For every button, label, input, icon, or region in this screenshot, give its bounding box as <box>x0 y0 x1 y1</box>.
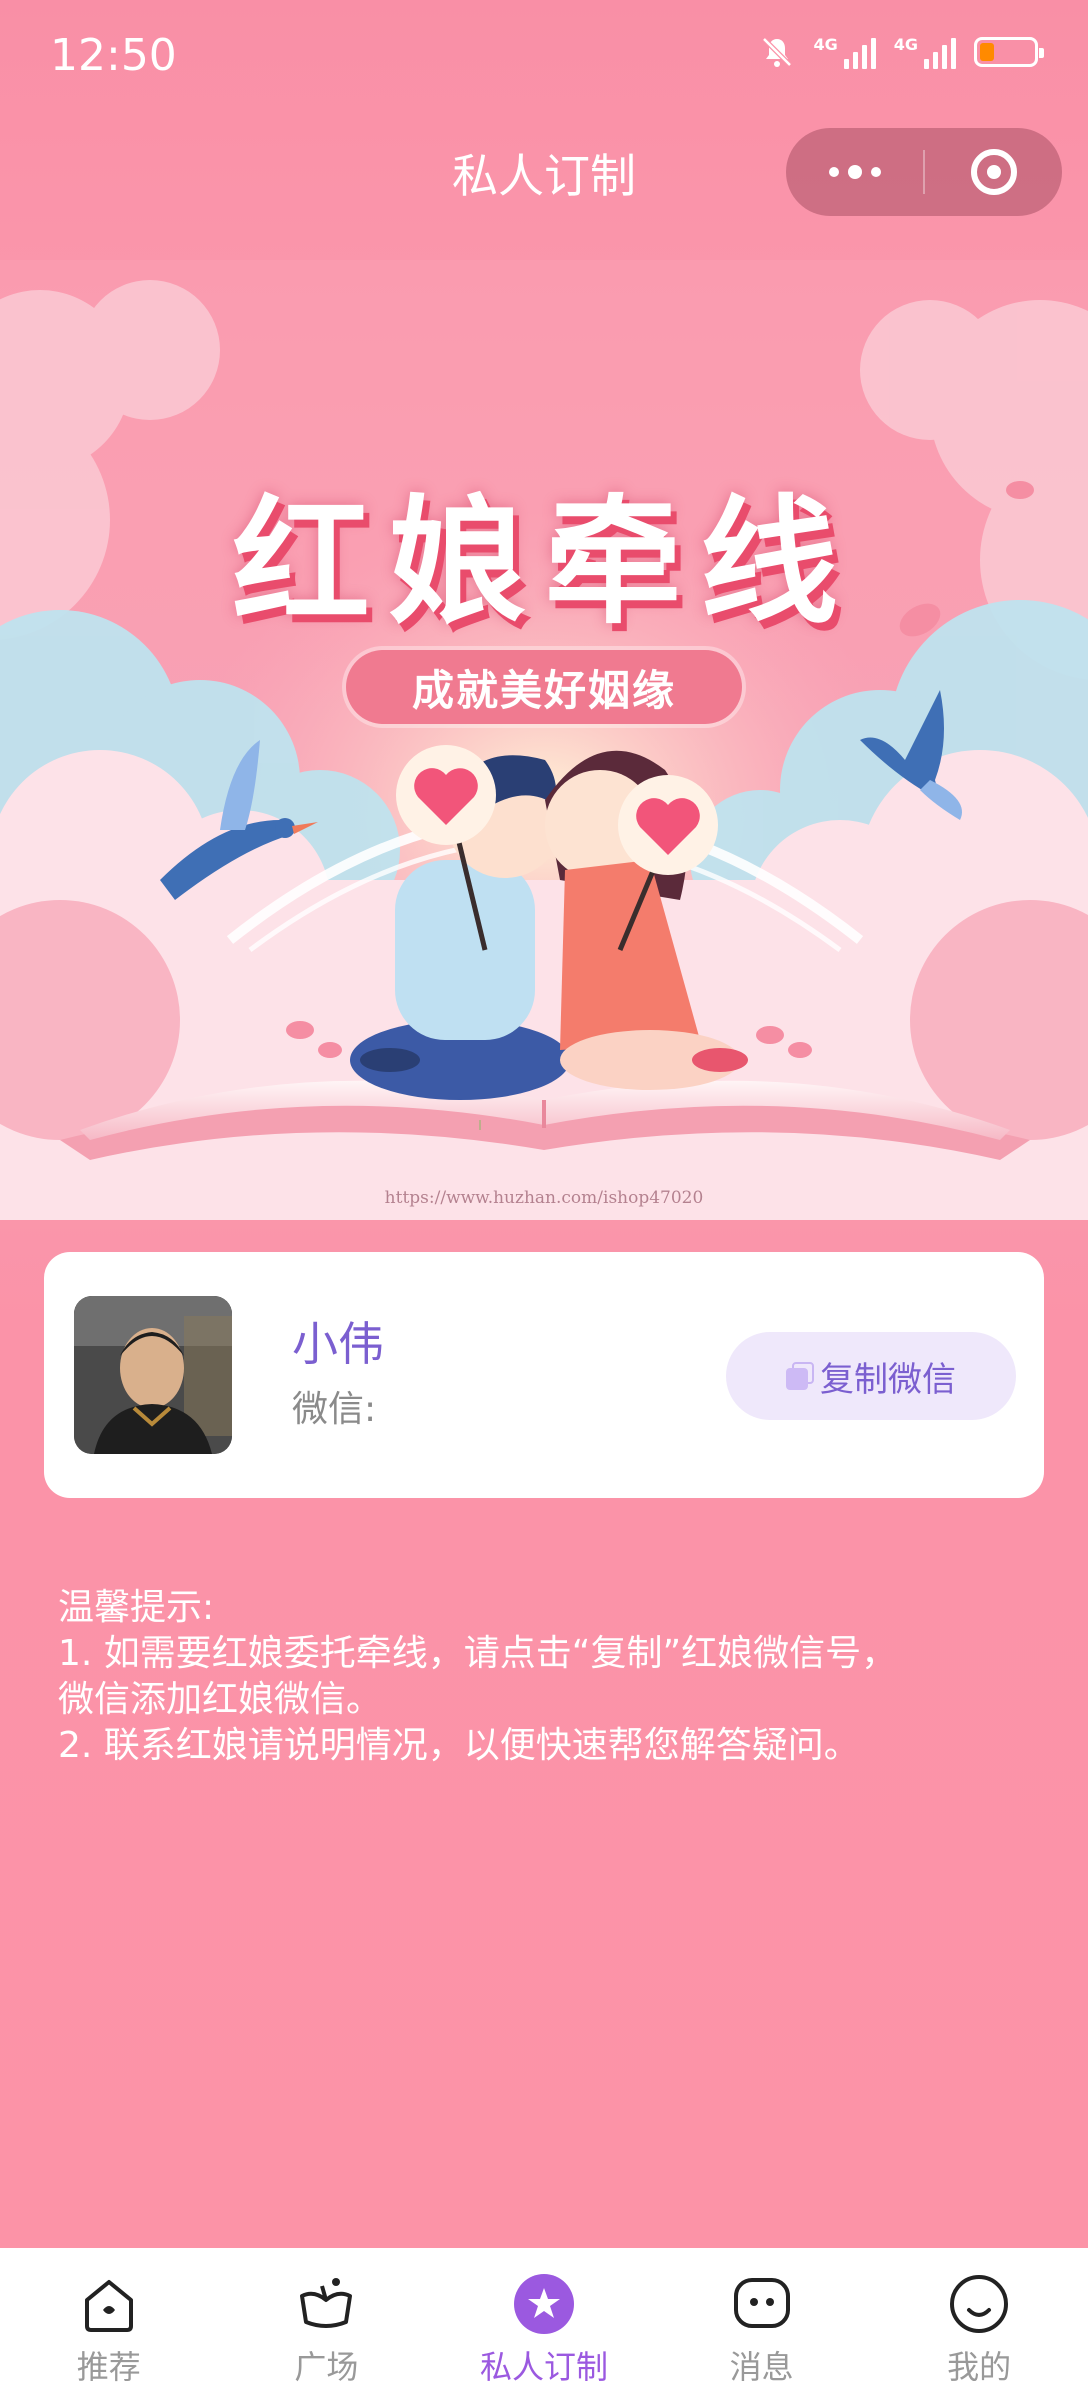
tab-label: 广场 <box>294 2348 359 2386</box>
status-time: 12:50 <box>50 30 177 81</box>
more-button[interactable] <box>786 128 923 216</box>
copy-wechat-button[interactable]: 复制微信 <box>726 1332 1016 1420</box>
tab-label: 消息 <box>729 2348 794 2386</box>
avatar <box>74 1296 232 1454</box>
smile-icon <box>947 2272 1011 2336</box>
banner: 红娘牵线 成就美好姻缘 https://www.huzhan.com/ishop… <box>0 260 1088 1220</box>
status-bar: 12:50 4G 4G <box>0 0 1088 110</box>
tips: 温馨提示: 1. 如需要红娘委托牵线，请点击“复制”红娘微信号， 微信添加红娘微… <box>58 1585 1048 1769</box>
tab-recommend[interactable]: 推荐 <box>0 2248 218 2400</box>
wechat-label: 微信: <box>292 1389 377 1430</box>
signal-2-icon: 4G <box>894 35 956 69</box>
tab-plaza[interactable]: 广场 <box>218 2248 436 2400</box>
target-icon <box>970 149 1017 195</box>
tips-heading: 温馨提示: <box>58 1587 215 1628</box>
avatar-photo <box>74 1296 232 1454</box>
status-icons: 4G 4G <box>759 34 1044 70</box>
tab-private-custom[interactable]: 私人订制 <box>435 2248 653 2400</box>
more-dots-icon <box>828 165 881 179</box>
matchmaker-name: 小伟 <box>292 1317 384 1371</box>
tab-label: 推荐 <box>76 2348 141 2386</box>
chat-icon <box>730 2272 794 2336</box>
battery-icon <box>974 37 1044 67</box>
plaza-icon <box>294 2272 358 2336</box>
tab-mine[interactable]: 我的 <box>870 2248 1088 2400</box>
tips-line: 2. 联系红娘请说明情况，以便快速帮您解答疑问。 <box>58 1725 860 1766</box>
copy-wechat-label: 复制微信 <box>820 1359 956 1400</box>
close-miniprogram-button[interactable] <box>925 128 1062 216</box>
tips-line: 1. 如需要红娘委托牵线，请点击“复制”红娘微信号， <box>58 1633 898 1674</box>
banner-subtitle: 成就美好姻缘 <box>346 650 742 724</box>
tab-bar: 推荐 广场 私人订制 消息 我的 <box>0 2248 1088 2400</box>
tab-label: 我的 <box>947 2348 1012 2386</box>
tips-line: 微信添加红娘微信。 <box>58 1679 383 1720</box>
network-type-2: 4G <box>893 35 918 54</box>
watermark: https://www.huzhan.com/ishop47020 <box>384 1188 704 1208</box>
mute-bell-icon <box>762 37 793 67</box>
tab-messages[interactable]: 消息 <box>653 2248 871 2400</box>
matchmaker-card: 小伟 微信: 复制微信 <box>44 1252 1044 1498</box>
tab-label: 私人订制 <box>479 2348 608 2386</box>
star-badge-icon <box>512 2272 576 2336</box>
network-type-1: 4G <box>813 35 838 54</box>
copy-icon <box>786 1362 814 1390</box>
mini-program-capsule <box>786 128 1062 216</box>
signal-1-icon: 4G <box>813 35 876 69</box>
banner-illustration <box>0 260 1088 1220</box>
banner-title: 红娘牵线 <box>231 480 856 643</box>
home-icon <box>77 2272 141 2336</box>
